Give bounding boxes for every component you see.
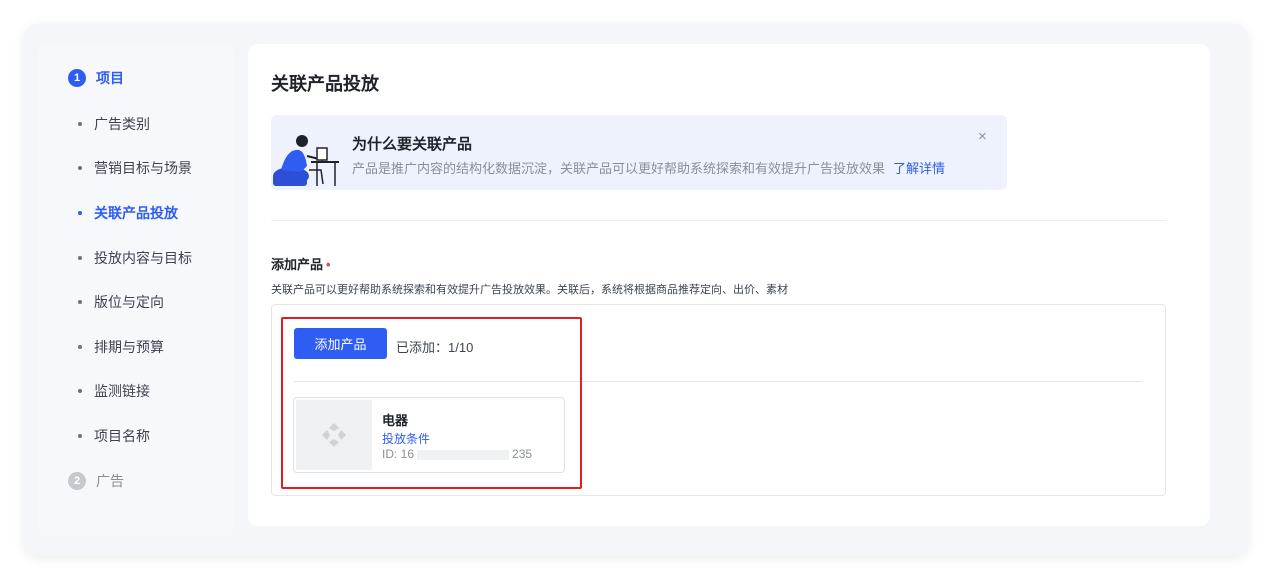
sidebar-item-label: 营销目标与场景 xyxy=(94,160,192,176)
step-ad[interactable]: 2 广告 xyxy=(68,471,124,491)
bullet-icon xyxy=(78,122,82,126)
sidebar-item-project-name[interactable]: 项目名称 xyxy=(78,426,150,446)
bullet-icon xyxy=(78,389,82,393)
highlight-box xyxy=(281,317,582,489)
bullet-icon xyxy=(78,211,82,215)
divider xyxy=(271,220,1166,221)
banner-description-text: 产品是推广内容的结构化数据沉淀，关联产品可以更好帮助系统探索和有效提升广告投放效… xyxy=(352,161,886,176)
sidebar-item-label: 投放内容与目标 xyxy=(94,250,192,266)
step-label: 广告 xyxy=(96,473,124,489)
sidebar-item-label: 监测链接 xyxy=(94,383,150,399)
sidebar-item-label: 项目名称 xyxy=(94,428,150,444)
add-product-description: 关联产品可以更好帮助系统探索和有效提升广告投放效果。关联后，系统将根据商品推荐定… xyxy=(271,284,788,296)
close-icon[interactable]: × xyxy=(978,128,987,145)
sidebar-item-ad-category[interactable]: 广告类别 xyxy=(78,114,150,134)
banner-description: 产品是推广内容的结构化数据沉淀，关联产品可以更好帮助系统探索和有效提升广告投放效… xyxy=(352,158,945,177)
sidebar-item-schedule-budget[interactable]: 排期与预算 xyxy=(78,337,164,357)
required-mark: • xyxy=(326,257,331,272)
sidebar-item-placement[interactable]: 版位与定向 xyxy=(78,292,164,312)
step-number-badge: 2 xyxy=(68,472,86,490)
bullet-icon xyxy=(78,300,82,304)
bullet-icon xyxy=(78,166,82,170)
bullet-icon xyxy=(78,256,82,260)
sidebar-item-label: 关联产品投放 xyxy=(94,205,178,221)
banner-title: 为什么要关联产品 xyxy=(352,136,473,153)
sidebar-item-linked-product[interactable]: 关联产品投放 xyxy=(78,203,178,223)
bullet-icon xyxy=(78,434,82,438)
step-project[interactable]: 1 项目 xyxy=(68,68,124,88)
page-title: 关联产品投放 xyxy=(271,74,379,94)
step-label: 项目 xyxy=(96,70,124,86)
sidebar-item-label: 版位与定向 xyxy=(94,294,164,310)
sidebar-item-content-target[interactable]: 投放内容与目标 xyxy=(78,248,192,268)
sidebar-item-label: 排期与预算 xyxy=(94,339,164,355)
section-title-text: 添加产品 xyxy=(271,257,324,272)
add-product-section-title: 添加产品 • xyxy=(271,254,331,273)
person-at-desk-illustration xyxy=(273,135,339,186)
bullet-icon xyxy=(78,345,82,349)
learn-more-link[interactable]: 了解详情 xyxy=(893,161,945,176)
sidebar-item-label: 广告类别 xyxy=(94,116,150,132)
sidebar-item-marketing-goal[interactable]: 营销目标与场景 xyxy=(78,158,192,178)
sidebar-item-tracking-link[interactable]: 监测链接 xyxy=(78,381,150,401)
step-number-badge: 1 xyxy=(68,69,86,87)
